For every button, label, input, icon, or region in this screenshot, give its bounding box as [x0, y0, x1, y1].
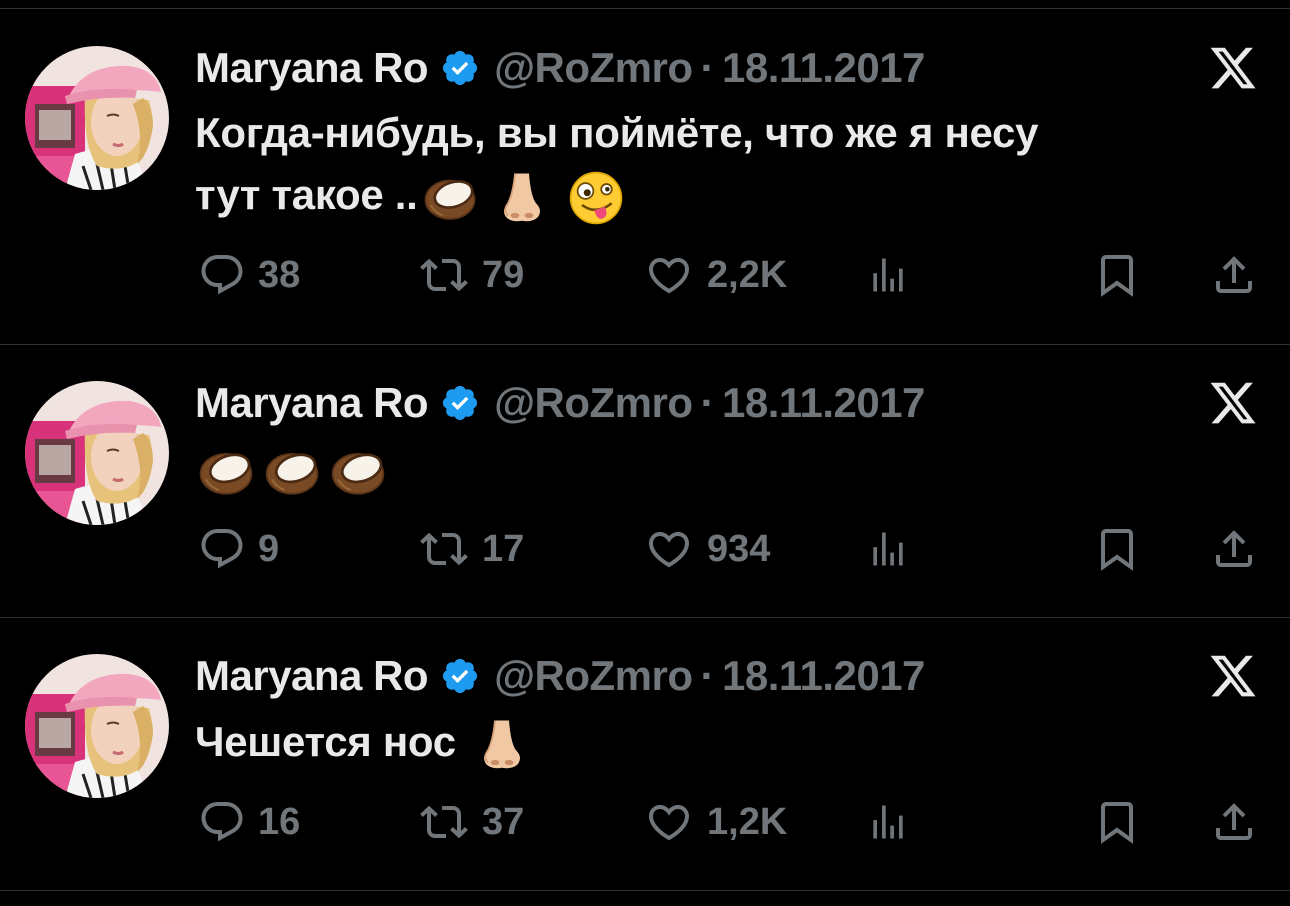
- tweet-feed: Maryana Ro @RoZmro · 18.11.2017 Когда-ни…: [0, 0, 1290, 906]
- coconut-emoji-icon: [327, 443, 389, 501]
- tweet-text-fragment: тут такое ..: [195, 171, 418, 218]
- action-bar: 9 17 934: [0, 524, 1290, 574]
- action-bar: 38 79 2,2K: [0, 250, 1290, 300]
- action-bar: 16 37 1,2K: [0, 797, 1290, 847]
- divider: [0, 8, 1290, 9]
- separator-dot: ·: [700, 44, 715, 91]
- author-handle[interactable]: @RoZmro: [494, 379, 693, 427]
- tweet-text-fragment: Чешется нос: [195, 718, 456, 765]
- verified-badge-icon: [440, 383, 480, 423]
- reply-button[interactable]: 38: [198, 250, 300, 300]
- bookmark-button[interactable]: [1093, 250, 1141, 300]
- avatar[interactable]: [25, 654, 169, 798]
- divider: [0, 344, 1290, 345]
- bookmark-icon: [1093, 798, 1141, 846]
- like-icon: [643, 251, 695, 299]
- tweet-text: Чешется нос: [195, 711, 1225, 773]
- author-name[interactable]: Maryana Ro: [195, 652, 429, 700]
- tweet-text-line: тут такое ..: [195, 164, 1225, 226]
- avatar[interactable]: [25, 381, 169, 525]
- tweet-header: Maryana Ro @RoZmro · 18.11.2017: [195, 43, 925, 93]
- views-button[interactable]: [866, 797, 910, 847]
- author-name[interactable]: Maryana Ro: [195, 379, 429, 427]
- reply-count: 16: [258, 800, 301, 843]
- tweet-text: [195, 438, 1225, 501]
- tweet-header: Maryana Ro @RoZmro · 18.11.2017: [195, 378, 925, 428]
- views-icon: [866, 798, 910, 846]
- x-logo-icon: [1208, 43, 1258, 93]
- bookmark-icon: [1093, 525, 1141, 573]
- separator-dot: ·: [700, 379, 715, 426]
- verified-badge-icon: [440, 656, 480, 696]
- share-icon: [1210, 525, 1258, 573]
- reply-icon: [198, 525, 246, 573]
- like-count: 2,2K: [707, 253, 788, 296]
- nose-emoji-icon: [474, 717, 530, 773]
- bookmark-icon: [1093, 251, 1141, 299]
- like-count: 1,2K: [707, 800, 788, 843]
- zany-face-emoji-icon: [568, 170, 624, 226]
- author-handle[interactable]: @RoZmro: [494, 652, 693, 700]
- verified-badge-icon: [440, 48, 480, 88]
- views-button[interactable]: [866, 524, 910, 574]
- tweet-header: Maryana Ro @RoZmro · 18.11.2017: [195, 651, 925, 701]
- coconut-emoji-icon: [261, 443, 323, 501]
- repost-button[interactable]: 17: [418, 524, 524, 574]
- reply-icon: [198, 251, 246, 299]
- repost-icon: [418, 798, 470, 846]
- tweet-text: Когда-нибудь, вы поймёте, что же я несу …: [195, 102, 1225, 226]
- bookmark-button[interactable]: [1093, 797, 1141, 847]
- tweet-text-line: Чешется нос: [195, 711, 1225, 773]
- separator-dot: ·: [700, 652, 715, 699]
- x-logo-icon: [1208, 651, 1258, 701]
- coconut-emoji-icon: [420, 170, 480, 226]
- divider: [0, 617, 1290, 618]
- tweet-date[interactable]: 18.11.2017: [722, 379, 925, 427]
- repost-count: 79: [482, 253, 525, 296]
- x-logo-icon: [1208, 378, 1258, 428]
- avatar[interactable]: [25, 46, 169, 190]
- repost-icon: [418, 525, 470, 573]
- tweet-date[interactable]: 18.11.2017: [722, 44, 925, 92]
- tweet-date[interactable]: 18.11.2017: [722, 652, 925, 700]
- share-button[interactable]: [1210, 524, 1258, 574]
- reply-count: 9: [258, 527, 280, 570]
- like-button[interactable]: 934: [643, 524, 770, 574]
- coconut-emoji-icon: [195, 443, 257, 501]
- like-button[interactable]: 2,2K: [643, 250, 787, 300]
- reply-button[interactable]: 16: [198, 797, 300, 847]
- repost-button[interactable]: 37: [418, 797, 524, 847]
- like-icon: [643, 798, 695, 846]
- reply-count: 38: [258, 253, 301, 296]
- share-button[interactable]: [1210, 250, 1258, 300]
- nose-emoji-icon: [494, 170, 550, 226]
- divider: [0, 890, 1290, 891]
- author-handle[interactable]: @RoZmro: [494, 44, 693, 92]
- like-count: 934: [707, 527, 771, 570]
- reply-icon: [198, 798, 246, 846]
- share-icon: [1210, 251, 1258, 299]
- repost-count: 37: [482, 800, 525, 843]
- share-button[interactable]: [1210, 797, 1258, 847]
- author-name[interactable]: Maryana Ro: [195, 44, 429, 92]
- bookmark-button[interactable]: [1093, 524, 1141, 574]
- views-icon: [866, 525, 910, 573]
- repost-button[interactable]: 79: [418, 250, 524, 300]
- repost-count: 17: [482, 527, 525, 570]
- like-button[interactable]: 1,2K: [643, 797, 787, 847]
- views-button[interactable]: [866, 250, 910, 300]
- share-icon: [1210, 798, 1258, 846]
- tweet-text-line: [195, 438, 1225, 501]
- repost-icon: [418, 251, 470, 299]
- like-icon: [643, 525, 695, 573]
- views-icon: [866, 251, 910, 299]
- reply-button[interactable]: 9: [198, 524, 279, 574]
- tweet-text-line: Когда-нибудь, вы поймёте, что же я несу: [195, 109, 1039, 156]
